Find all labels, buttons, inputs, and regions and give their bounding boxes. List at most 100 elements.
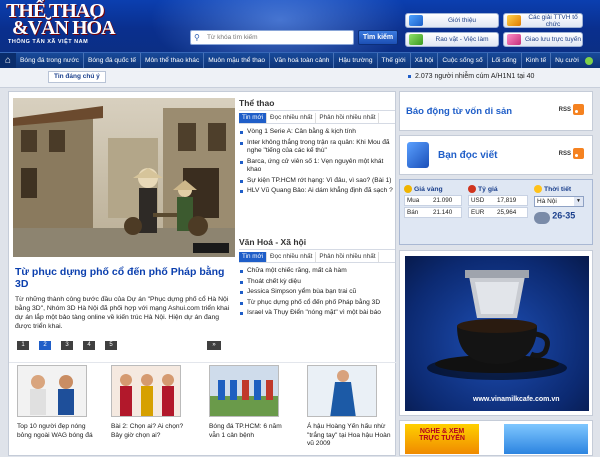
nav-item-nu-cuoi[interactable]: Nụ cười [551,53,583,68]
main-content: Từ phục dựng phố cổ đến phố Pháp bằng 3D… [8,91,397,457]
pager-page-4[interactable]: 4 [83,341,95,350]
nav-item-loi-song[interactable]: Lối sống [488,53,522,68]
nav-more-icon[interactable] [584,56,593,65]
section-tabs-van-hoa: Tin mới Đọc nhiều nhất Phản hồi nhiều nh… [239,252,395,263]
thumb-caption[interactable]: Bóng đá TP.HCM: 6 năm vẫn 1 cản bệnh [209,423,293,440]
pager-next-button[interactable]: » [207,341,221,350]
tab-newest[interactable]: Tin mới [239,252,268,262]
photo-thumbnails: Top 10 người đẹp nóng bỏng ngoài WAG bón… [9,362,397,457]
nav-item-van-hoa[interactable]: Văn hoá toàn cảnh [270,53,335,68]
search-icon: ⚲ [194,33,200,42]
list-item[interactable]: Jessica Simpson yểm bùa bạn trai cũ [239,288,395,297]
pager-page-5[interactable]: 5 [105,341,117,350]
home-icon[interactable]: ⌂ [0,53,16,68]
thumb-caption[interactable]: Bài 2: Chọn ai? Ai chọn? Bây giờ chọn ai… [111,423,195,440]
ticker-bullet-icon [408,75,411,78]
list-item[interactable]: Sự kiện TP.HCM rớt hạng: Vì đâu, vì sao?… [239,177,395,186]
tab-most-read[interactable]: Đọc nhiều nhất [267,252,317,262]
featured-pager: 1 2 3 4 5 » [15,341,221,351]
list-item[interactable]: Vòng 1 Serie A: Cân bằng & kịch tính [239,128,395,137]
pager-page-1[interactable]: 1 [17,341,29,350]
ad-small-banner[interactable]: NGHE & XEM TRỰC TUYẾN [399,420,593,456]
nav-item-kinh-te[interactable]: Kinh tế [522,53,552,68]
list-item[interactable]: HLV Vũ Quang Bảo: Ai dám khẳng định đã s… [239,187,395,196]
rss-link[interactable]: RSS [559,148,584,159]
thumb-caption[interactable]: Top 10 người đẹp nóng bỏng ngoài WAG bón… [17,423,101,440]
pen-icon [407,142,429,168]
thumb-item[interactable]: Bóng đá TP.HCM: 6 năm vẫn 1 cản bệnh [203,365,293,440]
sun-icon [534,185,542,193]
thumb-image[interactable] [17,365,87,417]
site-logo-subtitle: THÔNG TẤN XÃ VIỆT NAM [8,39,89,45]
market-weather-box: Giá vàng Mua 21.090 Bán 21.140 Tỷ giá USD 1… [399,179,593,245]
thumb-item[interactable]: Top 10 người đẹp nóng bỏng ngoài WAG bón… [11,365,101,440]
chevron-down-icon[interactable]: ▼ [574,197,583,206]
main-nav: ⌂ Bóng đá trong nước Bóng đá quốc tế Môn… [0,52,600,68]
intro-link[interactable]: Giới thiệu [405,13,499,28]
nav-item-muon-mau-the-thao[interactable]: Muôn mặu thể thao [204,53,271,68]
tab-hot-news[interactable]: Tin đáng chú ý [48,71,106,83]
ad-banner[interactable]: www.vinamilkcafe.com.vn [399,250,593,416]
news-list-the-thao: Vòng 1 Serie A: Cân bằng & kịch tính Int… [239,128,395,196]
table-row: USD 17,819 [468,195,528,206]
city-select[interactable]: Hà Nội ▼ [534,196,584,207]
ad-image[interactable]: www.vinamilkcafe.com.vn [405,256,589,411]
list-item[interactable]: Barca, ứng cử viên số 1: Vẹn nguyên một … [239,158,395,175]
events-link[interactable]: Các giải TTVH tổ chức [503,13,583,28]
sub-bar: Tin đáng chú ý 2.073 người nhiễm cúm A/H… [0,68,600,88]
thumb-image[interactable] [209,365,279,417]
box-heritage-title[interactable]: Báo động từ vốn di sản [406,106,512,117]
box-reader-title[interactable]: Bạn đọc viết [438,150,497,161]
exchange-rate: Tỷ giá USD 17,819 EUR 25,964 [468,184,528,218]
list-item[interactable]: Israel và Thụy Điển "nóng mặt" vì một bà… [239,309,395,318]
nav-item-cuoc-song-so[interactable]: Cuộc sống số [438,53,488,68]
live-chat-link[interactable]: Giao lưu trực tuyến [503,32,583,47]
list-item[interactable]: Từ phục dựng phố cổ đến phố Pháp bằng 3D [239,299,395,308]
search-button[interactable]: Tìm kiếm [358,30,398,45]
tab-newest[interactable]: Tin mới [239,113,268,123]
small-ad-right[interactable] [504,424,588,454]
thumb-caption[interactable]: Á hậu Hoàng Yến hấu nhừ "trắng tay" tại … [307,423,391,449]
gold-price: Giá vàng Mua 21.090 Bán 21.140 [404,184,462,218]
table-row: Bán 21.140 [404,207,462,218]
news-ticker[interactable]: 2.073 người nhiễm cúm A/H1N1 tại 40 [415,73,534,80]
tab-most-replied[interactable]: Phản hồi nhiều nhất [316,252,380,262]
search-input[interactable] [207,32,351,43]
search-box: ⚲ [190,30,354,45]
pager-page-3[interactable]: 3 [61,341,73,350]
coffee-cup-illustration [427,270,567,380]
list-item[interactable]: Inter không thắng trong trận ra quân: Kh… [239,139,395,156]
trophy-icon [507,15,521,26]
tab-most-replied[interactable]: Phản hồi nhiều nhất [316,113,380,123]
gold-icon [404,185,412,193]
nav-item-hau-truong[interactable]: Hậu trường [334,53,378,68]
nav-item-bong-da-trong-nuoc[interactable]: Bóng đá trong nước [16,53,84,68]
rss-link[interactable]: RSS [559,104,584,115]
featured-title[interactable]: Từ phục dựng phố cổ đến phố Pháp bằng 3D [15,266,235,290]
nav-item-the-gioi[interactable]: Thế giới [378,53,411,68]
news-list-van-hoa: Chữa một chiếc răng, mất cả hàm Thoát ch… [239,267,395,318]
section-tabs-the-thao: Tin mới Đọc nhiều nhất Phản hồi nhiều nh… [239,113,395,124]
nav-item-xa-hoi[interactable]: Xã hội [411,53,439,68]
small-ad-left[interactable]: NGHE & XEM TRỰC TUYẾN [405,424,479,454]
storm-cloud-icon [534,212,550,224]
classifieds-link[interactable]: Rao vặt - Việc làm [405,32,499,47]
thumb-image[interactable] [111,365,181,417]
featured-image[interactable] [13,98,235,257]
tab-most-read[interactable]: Đọc nhiều nhất [267,113,317,123]
list-item[interactable]: Chữa một chiếc răng, mất cả hàm [239,267,395,276]
ad-url[interactable]: www.vinamilkcafe.com.vn [473,396,560,403]
section-title-the-thao[interactable]: Thể thao [239,98,395,111]
thumb-item[interactable]: Bài 2: Chọn ai? Ai chọn? Bây giờ chọn ai… [105,365,195,440]
section-title-van-hoa[interactable]: Văn Hoá - Xã hội [239,237,395,250]
featured-illustration [13,98,235,257]
site-logo-line2[interactable]: &VĂN HÓA [12,18,116,38]
thumb-item[interactable]: Á hậu Hoàng Yến hấu nhừ "trắng tay" tại … [301,365,391,449]
nav-item-bong-da-quoc-te[interactable]: Bóng đá quốc tế [84,53,141,68]
list-item[interactable]: Thoát chết kỳ diệu [239,278,395,287]
pager-page-2[interactable]: 2 [39,341,51,350]
featured-description: Từ những thành công bước đầu của Dự án "… [15,296,230,330]
nav-item-mon-the-thao-khac[interactable]: Môn thể thao khác [141,53,205,68]
thumb-image[interactable] [307,365,377,417]
site-header: THỂ THAO &VĂN HÓA THÔNG TẤN XÃ VIỆT NAM … [0,0,600,52]
